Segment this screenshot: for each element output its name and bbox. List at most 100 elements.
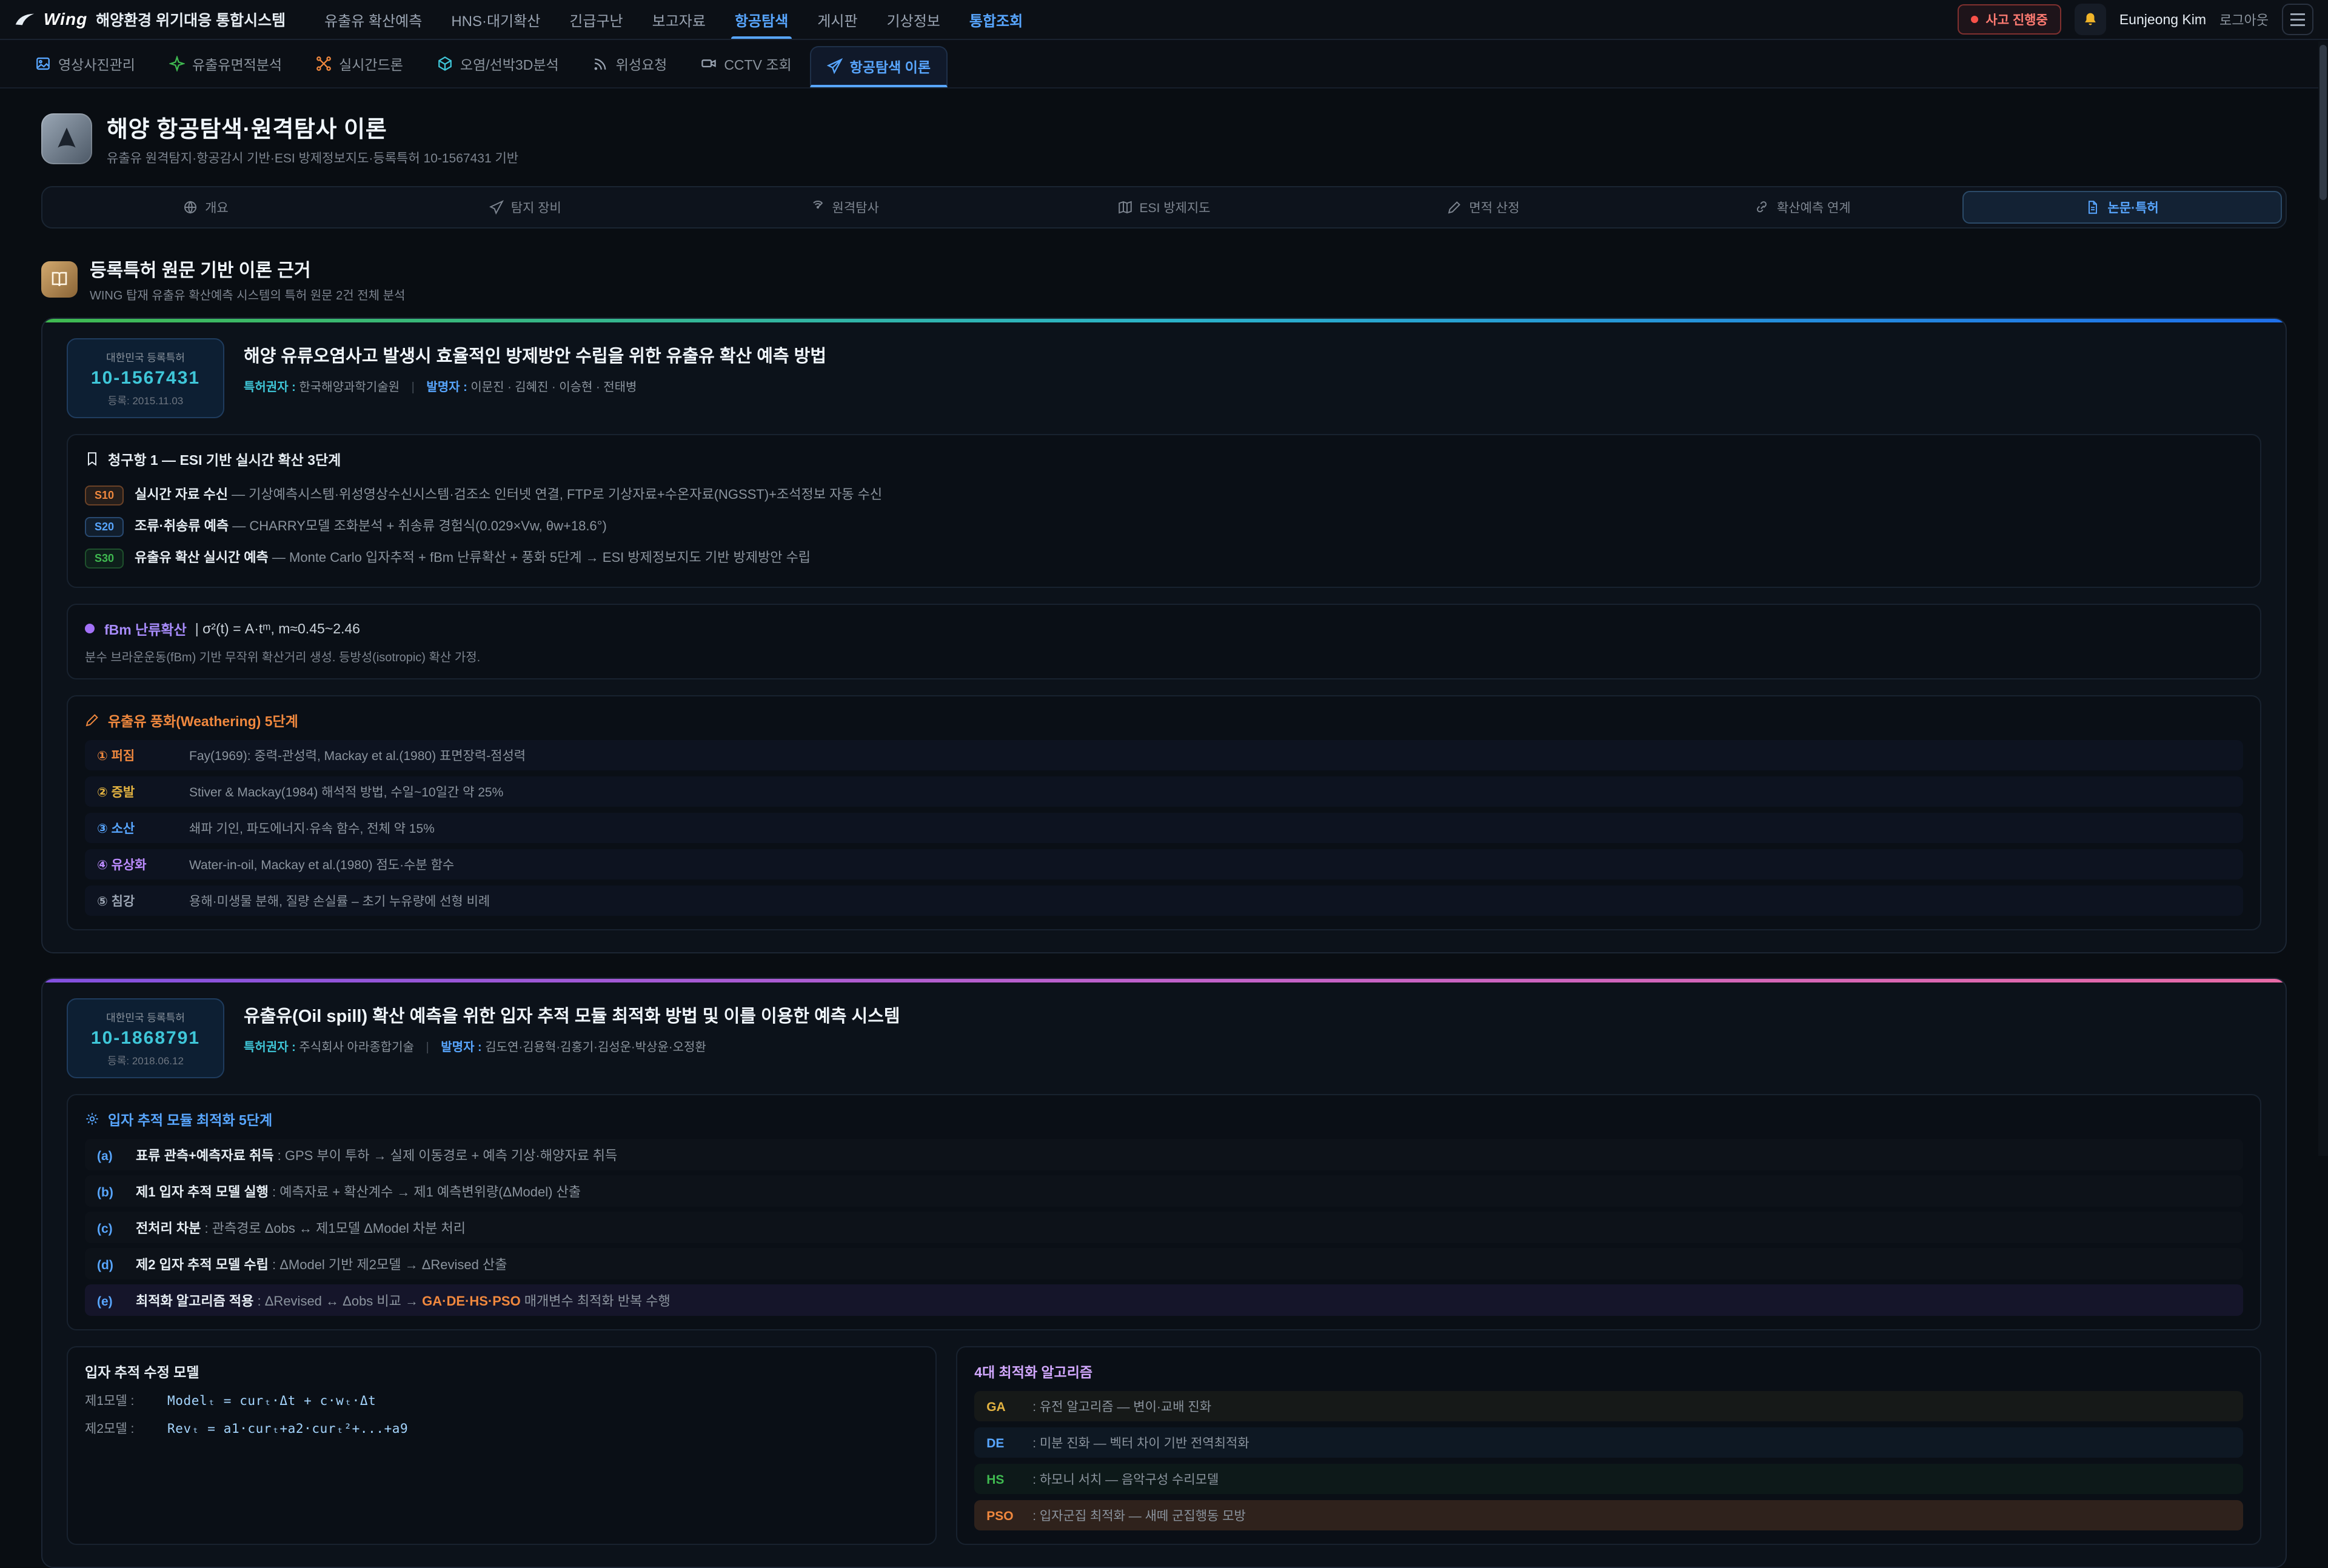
weathering-title: 유출유 풍화(Weathering) 5단계 [108, 710, 298, 730]
weathering-row: ④ 유상화 Water-in-oil, Mackay et al.(1980) … [85, 849, 2243, 879]
page-title: 해양 항공탐색·원격탐사 이론 [107, 110, 518, 144]
incident-status-badge[interactable]: 사고 진행중 [1958, 4, 2061, 35]
user-name[interactable]: Eunjeong Kim [2119, 12, 2206, 28]
step-label: (b) [97, 1186, 124, 1200]
logout-button[interactable]: 로그아웃 [2219, 10, 2269, 29]
algo-row-de: DE : 미분 진화 — 벡터 차이 기반 전역최적화 [974, 1427, 2243, 1458]
pencil-icon [1447, 200, 1462, 215]
step-badge: S20 [85, 517, 124, 537]
patent1-header: 대한민국 등록특허 10-1567431 등록: 2015.11.03 해양 유… [67, 338, 2261, 418]
tab-area-calculation[interactable]: 면적 산정 [1323, 191, 1643, 224]
weathering-desc: Water-in-oil, Mackay et al.(1980) 점도·수분 … [189, 855, 454, 873]
purple-dot-icon [85, 624, 95, 633]
weathering-label: ③ 소산 [97, 819, 175, 837]
claims-box-title: 청구항 1 — ESI 기반 실시간 확산 3단계 [108, 449, 341, 469]
optimization-title-row: 입자 추적 모듈 최적화 5단계 [85, 1109, 2243, 1129]
nav-item-integrated-search[interactable]: 통합조회 [955, 0, 1037, 39]
nav-item-aerial-search[interactable]: 항공탐색 [720, 0, 803, 39]
subtab-image-photo-management[interactable]: 영상사진관리 [19, 40, 151, 87]
nav-item-weather-info[interactable]: 기상정보 [872, 0, 955, 39]
document-icon [2086, 200, 2100, 215]
tab-esi-map[interactable]: ESI 방제지도 [1005, 191, 1324, 224]
bookmark-icon [85, 452, 99, 466]
tab-diffusion-link[interactable]: 확산예측 연계 [1643, 191, 1962, 224]
subtab-label: 오염/선박3D분석 [460, 53, 559, 74]
page-scrollbar[interactable] [2318, 41, 2328, 1156]
link-icon [1755, 200, 1770, 215]
weathering-row: ② 증발 Stiver & Mackay(1984) 해석적 방법, 수일~10… [85, 776, 2243, 807]
incident-dot-icon [1971, 16, 1978, 23]
tab-papers-patents[interactable]: 논문·특허 [1962, 191, 2282, 224]
weathering-desc: 쇄파 기인, 파도에너지·유속 함수, 전체 약 15% [189, 819, 435, 837]
nav-item-board[interactable]: 게시판 [803, 0, 872, 39]
fbm-title-row: fBm 난류확산 | σ²(t) = A·tᵐ, m≈0.45~2.46 [85, 618, 2243, 639]
algo-row-ga: GA : 유전 알고리즘 — 변이·교배 진화 [974, 1391, 2243, 1421]
tab-label: 확산예측 연계 [1777, 198, 1851, 216]
nav-item-reports[interactable]: 보고자료 [638, 0, 720, 39]
patent2-bottom-grid: 입자 추적 수정 모델 제1모델 : Modelₜ = curₜ·Δt + c·… [67, 1346, 2261, 1545]
page-header: 해양 항공탐색·원격탐사 이론 유출유 원격탐지·항공감시 기반·ESI 방제정… [41, 110, 2287, 167]
tab-label: ESI 방제지도 [1140, 198, 1211, 216]
tab-detection-equipment[interactable]: 탐지 장비 [366, 191, 685, 224]
pencil-icon [85, 713, 99, 727]
step-label: (d) [97, 1258, 124, 1273]
tab-label: 원격탐사 [832, 198, 879, 216]
nav-item-oil-spill-prediction[interactable]: 유출유 확산예측 [310, 0, 436, 39]
globe-icon [183, 200, 198, 215]
inventors-value: 김도연·김용혁·김홍기·김성운·박상윤·오정환 [485, 1041, 706, 1054]
plane-icon [827, 58, 843, 74]
claims-box: 청구항 1 — ESI 기반 실시간 확산 3단계 S10 실시간 자료 수신 … [67, 434, 2261, 588]
section-icon-box [41, 261, 78, 298]
card1-gradient-bar [42, 319, 2286, 322]
subtab-label: CCTV 조회 [724, 53, 791, 74]
brand[interactable]: Wing 해양환경 위기대응 통합시스템 [15, 0, 310, 39]
claim-row-s10: S10 실시간 자료 수신 — 기상예측시스템·위성영상수신시스템·검조소 인터… [85, 479, 2243, 510]
claim-desc: — 기상예측시스템·위성영상수신시스템·검조소 인터넷 연결, FTP로 기상자… [232, 487, 882, 502]
algorithms-box: 4대 최적화 알고리즘 GA : 유전 알고리즘 — 변이·교배 진화 DE :… [956, 1346, 2261, 1545]
subtab-label: 영상사진관리 [58, 53, 135, 74]
tab-overview[interactable]: 개요 [46, 191, 366, 224]
algo-desc: : 유전 알고리즘 — 변이·교배 진화 [1032, 1397, 1211, 1415]
step-desc-pre: : ΔRevised ↔ Δobs 비교 → [258, 1293, 423, 1309]
incident-badge-label: 사고 진행중 [1985, 10, 2047, 28]
main-nav: 유출유 확산예측 HNS·대기확산 긴급구난 보고자료 항공탐색 게시판 기상정… [310, 0, 1037, 39]
algo-label: DE [986, 1436, 1023, 1451]
subtab-cctv-view[interactable]: CCTV 조회 [685, 40, 807, 87]
weathering-desc: Fay(1969): 중력-관성력, Mackay et al.(1980) 표… [189, 746, 526, 764]
fbm-name: fBm 난류확산 [104, 618, 187, 639]
weathering-row: ① 퍼짐 Fay(1969): 중력-관성력, Mackay et al.(19… [85, 740, 2243, 770]
gear-icon [85, 1112, 99, 1126]
fbm-box: fBm 난류확산 | σ²(t) = A·tᵐ, m≈0.45~2.46 분수 … [67, 604, 2261, 679]
brand-logo-text: Wing [44, 10, 87, 29]
scrollbar-thumb[interactable] [2320, 45, 2327, 200]
wing-logo-icon [15, 12, 35, 27]
subtab-aerial-search-theory[interactable]: 항공탐색 이론 [810, 46, 948, 87]
patent2-meta: 특허권자 : 주식회사 아라종합기술 | 발명자 : 김도연·김용혁·김홍기·김… [244, 1037, 900, 1055]
hamburger-menu-button[interactable] [2282, 4, 2313, 35]
area-analysis-icon [169, 56, 185, 72]
step-desc-highlight: GA·DE·HS·PSO [422, 1293, 521, 1309]
weathering-row: ③ 소산 쇄파 기인, 파도에너지·유속 함수, 전체 약 15% [85, 813, 2243, 843]
notification-bell-button[interactable] [2075, 4, 2106, 35]
map-icon [1118, 200, 1132, 215]
step-name: 전처리 차분 [136, 1221, 201, 1236]
nav-item-emergency-rescue[interactable]: 긴급구난 [555, 0, 637, 39]
subtab-label: 유출유면적분석 [192, 53, 282, 74]
algo-desc: : 하모니 서치 — 음악구성 수리모델 [1032, 1470, 1219, 1488]
subtab-realtime-drone[interactable]: 실시간드론 [300, 40, 419, 87]
claim-name: 유출유 확산 실시간 예측 [135, 550, 269, 565]
subtab-oil-area-analysis[interactable]: 유출유면적분석 [153, 40, 298, 87]
nav-item-hns-air-diffusion[interactable]: HNS·대기확산 [436, 0, 555, 39]
algo-desc: : 입자군집 최적화 — 새떼 군집행동 모방 [1032, 1506, 1246, 1524]
theory-tab-strip: 개요 탐지 장비 원격탐사 ESI 방제지도 면적 산정 확산예측 연계 논문·… [41, 186, 2287, 229]
weathering-label: ④ 유상화 [97, 855, 175, 873]
optimization-step-c: (c) 전처리 차분 : 관측경로 Δobs ↔ 제1모델 ΔModel 차분 … [85, 1212, 2243, 1243]
cube-3d-icon [437, 56, 453, 72]
subtab-pollution-ship-3d[interactable]: 오염/선박3D분석 [421, 40, 575, 87]
claim-desc: — Monte Carlo 입자추적 + fBm 난류확산 + 풍화 5단계 →… [272, 550, 811, 565]
subtab-label: 위성요청 [616, 53, 667, 74]
subtab-satellite-request[interactable]: 위성요청 [577, 40, 683, 87]
holder-value: 한국해양과학기술원 [299, 381, 400, 394]
tab-remote-sensing[interactable]: 원격탐사 [685, 191, 1005, 224]
step-badge: S30 [85, 549, 124, 569]
